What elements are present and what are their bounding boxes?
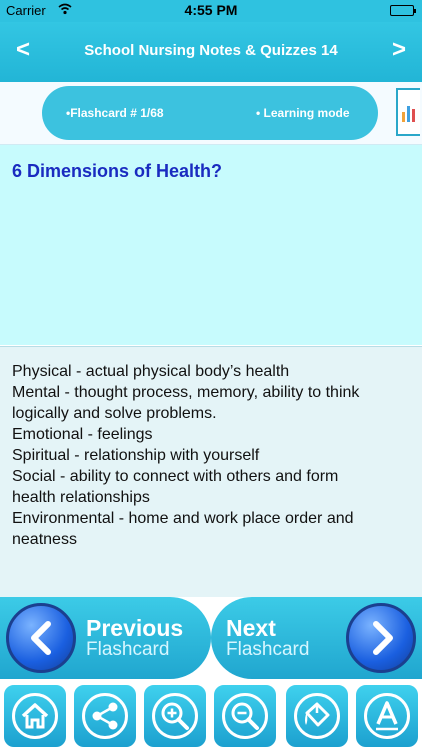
- zoom-in-icon: [161, 702, 189, 730]
- bottom-toolbar: [0, 679, 422, 750]
- answer-line: Mental - thought process, memory, abilit…: [12, 384, 360, 401]
- next-flashcard-label[interactable]: Next Flashcard: [226, 617, 309, 661]
- question-text: 6 Dimensions of Health?: [12, 161, 223, 181]
- share-button[interactable]: [72, 683, 138, 749]
- answer-line: logically and solve problems.: [12, 405, 217, 422]
- next-label-top: Next: [226, 615, 276, 641]
- answer-line: neatness: [12, 531, 77, 548]
- learning-mode-label: • Learning mode: [256, 106, 350, 120]
- font-size-button[interactable]: [354, 683, 420, 749]
- theme-color-button[interactable]: [284, 683, 350, 749]
- answer-line: Physical - actual physical body’s health: [12, 363, 290, 380]
- forward-arrow-button[interactable]: >: [392, 36, 406, 64]
- clock: 4:55 PM: [184, 2, 238, 18]
- page-title: School Nursing Notes & Quizzes 14: [84, 42, 338, 59]
- zoom-out-icon: [231, 702, 259, 730]
- chart-icon[interactable]: [396, 88, 420, 136]
- next-label-bottom: Flashcard: [226, 639, 310, 660]
- previous-label-top: Previous: [86, 615, 184, 641]
- flashcard-info-banner: •Flashcard # 1/68 • Learning mode: [0, 82, 422, 145]
- answer-text: Physical - actual physical body’s health…: [12, 361, 415, 550]
- answer-panel: Physical - actual physical body’s health…: [0, 346, 422, 597]
- battery-icon: [390, 5, 416, 16]
- paint-bucket-icon: [305, 702, 330, 727]
- previous-label-bottom: Flashcard: [86, 639, 170, 660]
- navigation-bar: < School Nursing Notes & Quizzes 14 >: [0, 22, 422, 82]
- previous-flashcard-label[interactable]: Previous Flashcard: [86, 617, 183, 661]
- flashcard-navigation: Previous Flashcard Next Flashcard: [0, 597, 422, 679]
- status-bar: Carrier 4:55 PM: [0, 0, 422, 22]
- home-button[interactable]: [2, 683, 68, 749]
- font-icon: [376, 701, 398, 731]
- zoom-in-button[interactable]: [142, 683, 208, 749]
- share-icon: [92, 702, 118, 730]
- answer-line: Environmental - home and work place orde…: [12, 510, 354, 527]
- answer-line: Social - ability to connect with others …: [12, 468, 339, 485]
- previous-arrow-icon[interactable]: [6, 603, 76, 673]
- answer-line: Spiritual - relationship with yourself: [12, 447, 260, 464]
- home-icon: [21, 703, 49, 729]
- answer-line: health relationships: [12, 489, 150, 506]
- flashcard-counter: •Flashcard # 1/68: [66, 106, 164, 120]
- question-panel: 6 Dimensions of Health?: [0, 145, 422, 345]
- zoom-out-button[interactable]: [212, 683, 278, 749]
- next-arrow-icon[interactable]: [346, 603, 416, 673]
- answer-line: Emotional - feelings: [12, 426, 153, 443]
